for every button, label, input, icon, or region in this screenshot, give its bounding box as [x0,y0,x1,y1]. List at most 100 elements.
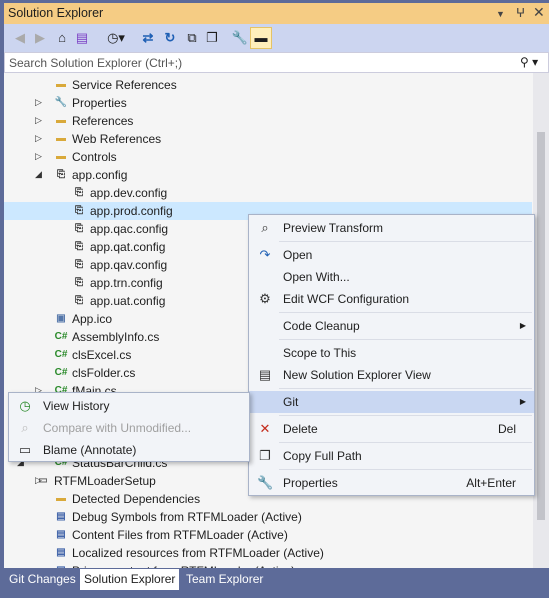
menu-separator [279,312,532,313]
submenu-arrow-icon: ▶ [519,397,526,406]
delete-icon: ✕ [259,421,271,436]
file-icon: ⎘ [75,259,83,270]
menu-item-label: New Solution Explorer View [283,368,431,382]
menu-item-git[interactable]: Git ▶ [249,391,534,413]
file-icon: ⎘ [75,241,83,252]
preview-selected-icon[interactable]: ▬ [250,27,272,49]
menu-separator [279,241,532,242]
file-icon: ▤ [56,511,66,522]
tree-item-label: app.prod.config [90,204,173,218]
file-icon: ▤ [56,547,66,558]
git-submenu: ◷ View History ⌕ Compare with Unmodified...… [8,392,250,462]
search-input[interactable]: Search Solution Explorer (Ctrl+;) ⚲ ▾ [4,52,549,73]
menu-separator [279,339,532,340]
tab-team-explorer[interactable]: Team Explorer [182,569,267,590]
expand-arrow-icon[interactable]: ▷ [35,151,42,162]
menu-item-label: Compare with Unmodified... [43,421,192,435]
expand-arrow-icon[interactable]: ▷ [35,133,42,144]
file-icon: 🔧 [54,97,68,108]
search-icon[interactable]: ⚲ ▾ [520,55,538,69]
file-icon: ⎘ [57,169,65,180]
expand-arrow-icon[interactable]: ▷ [35,97,42,108]
menu-separator [279,388,532,389]
tree-item-label: Content Files from RTFMLoader (Active) [72,528,288,542]
tree-item-label: app.qav.config [90,258,168,272]
window-title: Solution Explorer [8,6,104,20]
git-menu-item[interactable]: ▭ Blame (Annotate) [9,439,249,461]
menu-item-label: Delete [283,422,318,436]
file-icon: ▬ [56,133,66,144]
scrollbar-thumb[interactable] [537,132,545,520]
tree-item-label: app.config [72,168,128,182]
tree-item-label: RTFMLoaderSetup [54,474,156,488]
tree-item-label: app.qac.config [90,222,169,236]
tree-item-label: clsFolder.cs [72,366,136,380]
menu-item-open-with[interactable]: Open With... [249,266,534,288]
menu-item-preview-transform[interactable]: ⌕ Preview Transform [249,217,534,239]
menu-item-label: Edit WCF Configuration [283,292,410,306]
tree-item-label: Controls [72,150,117,164]
sync-icon[interactable]: ⇄ [138,28,158,48]
menu-item-open[interactable]: ↷ Open [249,244,534,266]
file-icon: ▬ [56,493,66,504]
file-icon: ⎘ [75,277,83,288]
shortcut-label: Alt+Enter [466,476,516,490]
tree-item-label: Web References [72,132,162,146]
file-icon: ⎘ [75,205,83,216]
expand-arrow-icon[interactable]: ▷ [35,475,42,486]
menu-item-label: Preview Transform [283,221,384,235]
tree-item-label: Localized resources from RTFMLoader (Act… [72,546,324,560]
compare-icon: ⌕ [21,420,29,435]
menu-item-edit-wcf-configuration[interactable]: ⚙ Edit WCF Configuration [249,288,534,310]
show-all-files-icon[interactable]: ❐ [202,28,222,48]
file-icon: ▣ [56,313,66,324]
menu-item-delete[interactable]: ✕ Delete Del [249,418,534,440]
tree-item-label: App.ico [72,312,113,326]
menu-item-label: Open With... [283,270,350,284]
tree-item-label: Detected Dependencies [72,492,201,506]
dropdown-icon[interactable]: ▼ [496,9,505,19]
collapse-all-icon[interactable]: ⧉ [182,28,202,48]
collapse-arrow-icon[interactable]: ◢ [35,169,42,180]
tree-item-label: clsExcel.cs [72,348,132,362]
menu-item-scope-to-this[interactable]: Scope to This [249,342,534,364]
tab-solution-explorer[interactable]: Solution Explorer [80,569,180,590]
tree-item-label: app.uat.config [90,294,166,308]
comment-icon: ▭ [18,442,32,457]
close-icon[interactable]: ✕ [533,4,545,21]
menu-separator [279,442,532,443]
pending-changes-filter-icon[interactable]: ◷▾ [106,28,126,48]
pin-icon[interactable]: ⵖ [516,6,525,20]
menu-item-label: Scope to This [283,346,357,360]
forward-icon[interactable]: ▶ [30,28,50,48]
git-menu-item[interactable]: ◷ View History [9,395,249,417]
back-icon[interactable]: ◀ [10,28,30,48]
tree-item-label: Properties [72,96,127,110]
menu-separator [279,469,532,470]
menu-item-new-solution-explorer-view[interactable]: ▤ New Solution Explorer View [249,364,534,386]
wrench-icon: 🔧 [257,475,274,490]
file-icon: ⎘ [75,223,83,234]
open-icon: ↷ [259,247,271,262]
menu-item-copy-full-path[interactable]: ❐ Copy Full Path [249,445,534,467]
menu-separator [279,415,532,416]
home-icon[interactable]: ⌂ [52,28,72,48]
gear-icon: ⚙ [259,291,271,306]
refresh-icon[interactable]: ↻ [160,28,180,48]
toolbar: ◀ ▶ ⌂ ▤ ◷▾ ⇄ ↻ ⧉ ❐ 🔧 ▬ [4,24,549,52]
file-icon: ⎘ [75,295,83,306]
context-menu: ⌕ Preview Transform ↷ Open Open With... ⚙ Edit… [248,214,535,496]
tree-item-label: app.trn.config [90,276,163,290]
menu-item-code-cleanup[interactable]: Code Cleanup ▶ [249,315,534,337]
file-icon: ▤ [56,529,66,540]
tree-item-label: Service References [72,78,177,92]
switch-views-icon[interactable]: ▤ [72,28,92,48]
properties-icon[interactable]: 🔧 [230,28,250,48]
menu-item-label: Git [283,395,299,409]
copy-icon: ❐ [259,448,271,463]
file-icon: ▤ [54,564,68,568]
tab-git-changes[interactable]: Git Changes [5,569,80,590]
tree-item-label: app.dev.config [90,186,168,200]
expand-arrow-icon[interactable]: ▷ [35,115,42,126]
menu-item-properties[interactable]: 🔧 Properties Alt+Enter [249,472,534,494]
